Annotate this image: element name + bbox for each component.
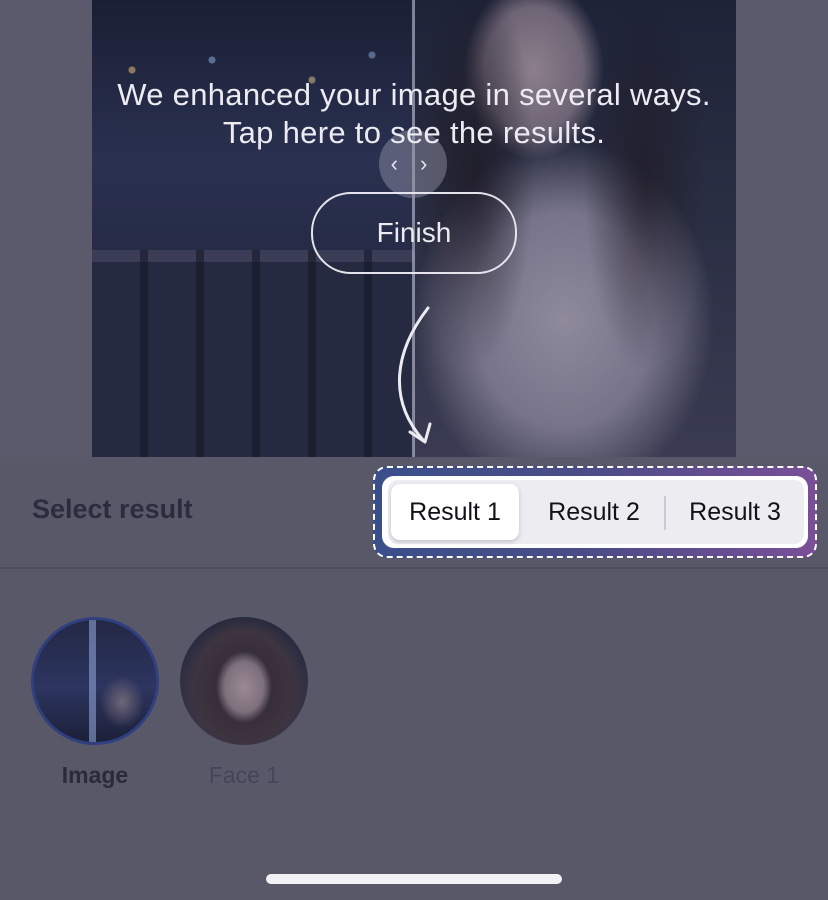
- home-indicator[interactable]: [266, 874, 562, 884]
- result-tab-3[interactable]: Result 3: [668, 484, 802, 540]
- result-tab-1[interactable]: Result 1: [391, 484, 519, 540]
- result-tab-1-label: Result 1: [409, 497, 501, 526]
- thumbnail-face-1-label: Face 1: [208, 762, 280, 788]
- railing: [92, 250, 414, 457]
- compare-handle-glyph: ‹ ›: [390, 151, 436, 176]
- select-result-title: Select result: [32, 494, 193, 524]
- segment-separator: [664, 496, 666, 530]
- thumbnail-face-1[interactable]: [180, 617, 308, 745]
- curved-arrow-icon: [397, 306, 432, 444]
- result-tab-2[interactable]: Result 2: [526, 484, 662, 540]
- result-tab-2-label: Result 2: [548, 497, 640, 526]
- thumbnail-image[interactable]: [31, 617, 159, 745]
- result-tab-3-label: Result 3: [689, 497, 781, 526]
- finish-button[interactable]: Finish: [311, 192, 517, 274]
- thumbnail-image-label: Image: [61, 762, 129, 788]
- finish-button-label: Finish: [376, 217, 452, 248]
- panel-divider: [0, 567, 828, 569]
- tutorial-headline[interactable]: We enhanced your image in several ways. …: [100, 76, 728, 152]
